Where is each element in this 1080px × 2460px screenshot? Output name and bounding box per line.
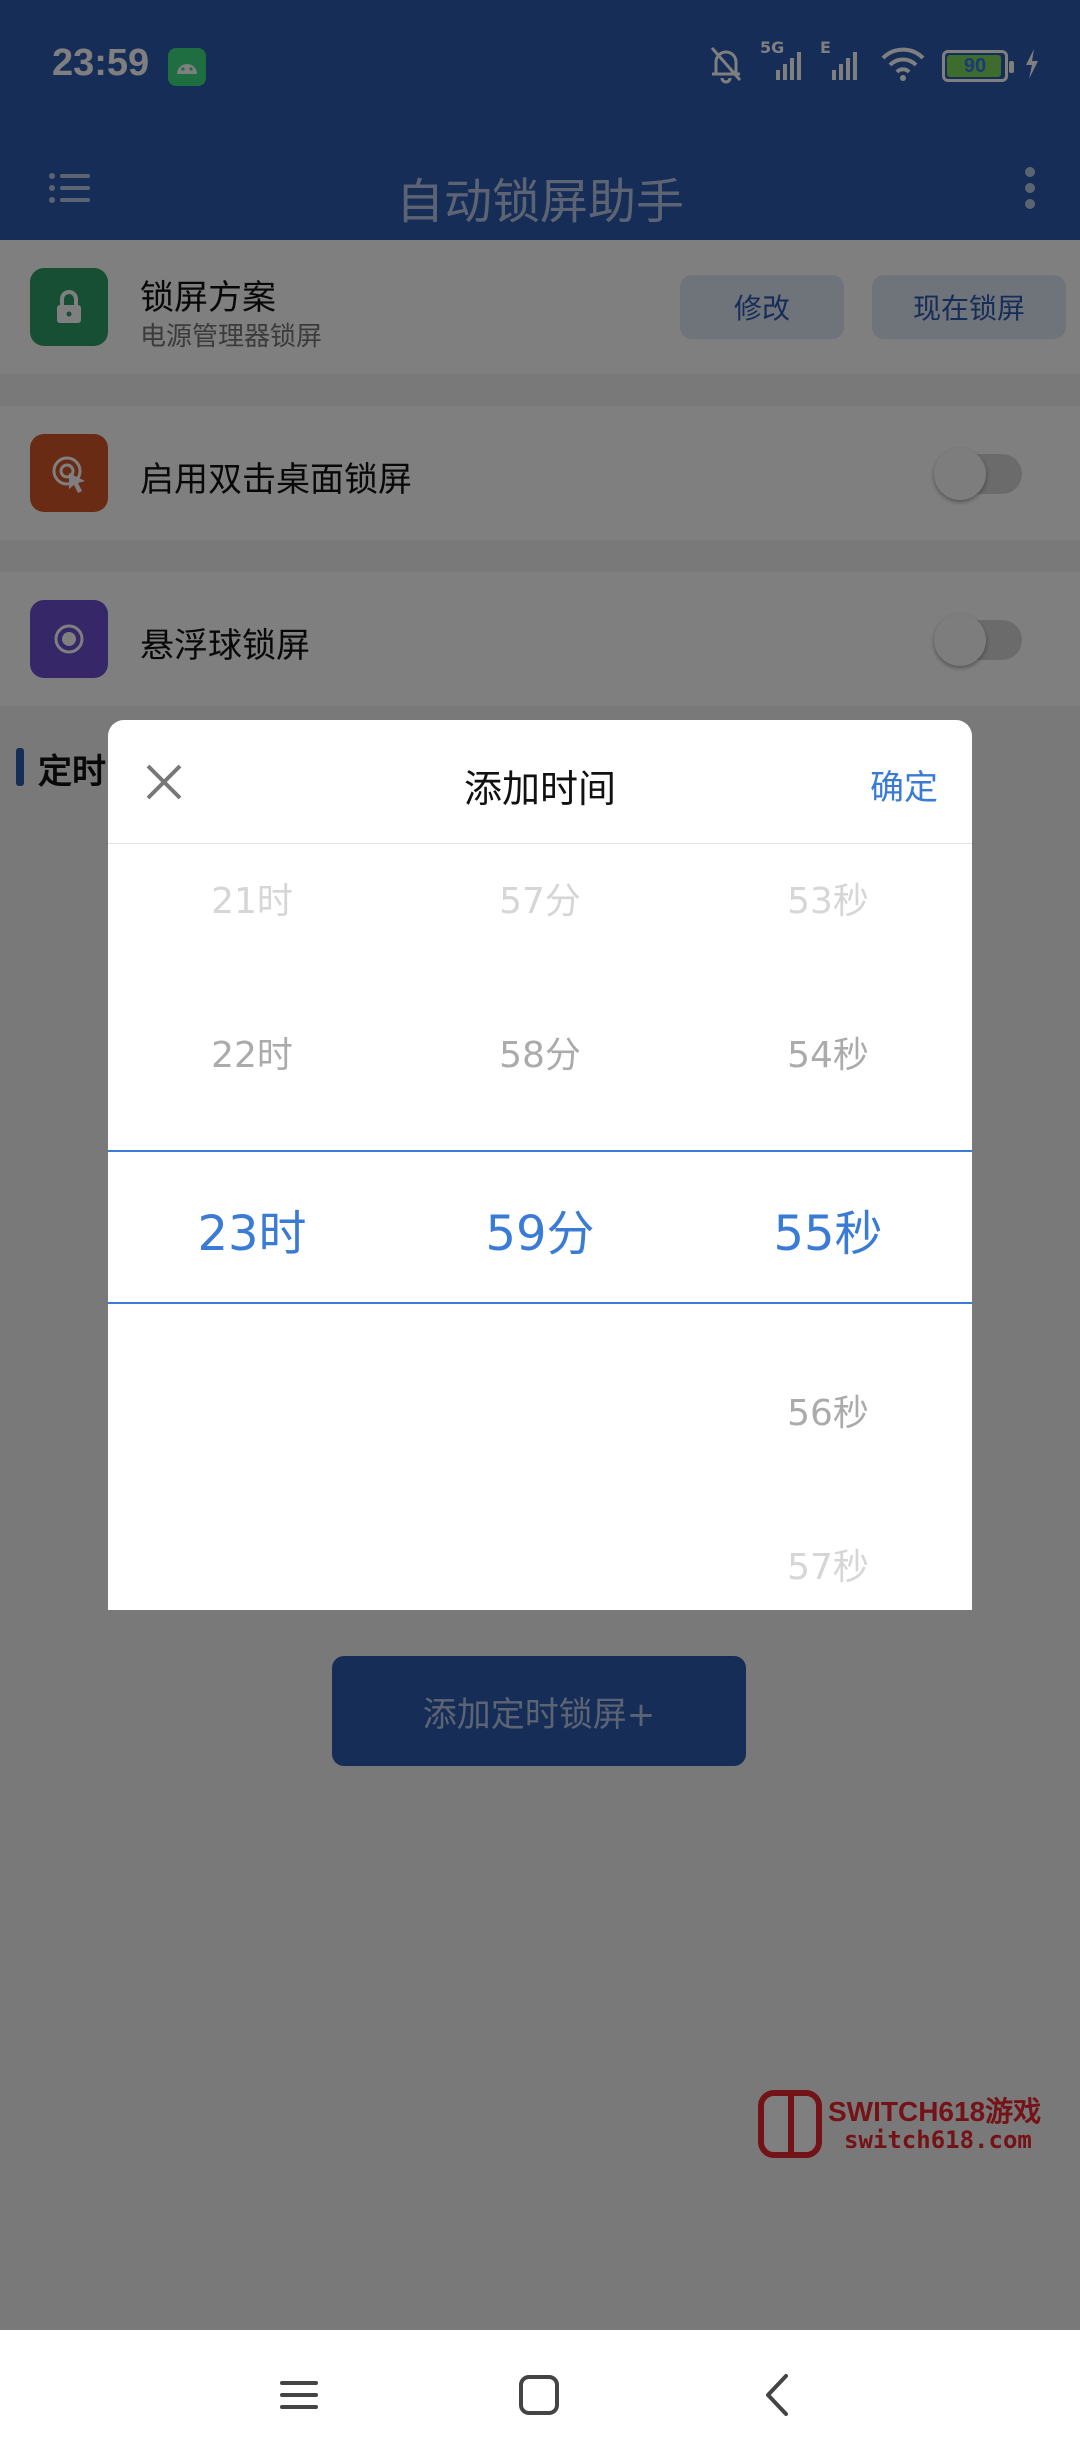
second-selected[interactable]: 55秒 [684,1194,972,1264]
recent-apps-icon[interactable] [272,2368,326,2422]
add-time-dialog: 添加时间 确定 21时 22时 23时 57分 58分 59分 53秒 54秒 … [108,720,972,1610]
dialog-title: 添加时间 [463,767,616,811]
hour-wheel[interactable]: 21时 22时 23时 [108,844,396,1610]
minute-item[interactable]: 58分 [396,1026,684,1078]
confirm-button[interactable]: 确定 [870,760,938,809]
dialog-header: 添加时间 确定 [108,720,972,844]
back-icon[interactable] [752,2368,806,2422]
minute-selected[interactable]: 59分 [396,1194,684,1264]
battery-level: 90 [963,54,987,77]
hour-item[interactable]: 21时 [108,872,396,924]
second-item[interactable]: 56秒 [684,1384,972,1436]
minute-item[interactable]: 57分 [396,872,684,924]
second-item[interactable]: 57秒 [684,1538,972,1590]
second-wheel[interactable]: 53秒 54秒 55秒 56秒 57秒 [684,844,972,1610]
hour-item[interactable]: 22时 [108,1026,396,1078]
minute-wheel[interactable]: 57分 58分 59分 [396,844,684,1610]
time-picker: 21时 22时 23时 57分 58分 59分 53秒 54秒 55秒 56秒 … [108,844,972,1610]
second-item[interactable]: 54秒 [684,1026,972,1078]
system-nav-bar [0,2330,1080,2460]
home-icon[interactable] [512,2368,566,2422]
hour-selected[interactable]: 23时 [108,1194,396,1264]
second-item[interactable]: 53秒 [684,872,972,924]
